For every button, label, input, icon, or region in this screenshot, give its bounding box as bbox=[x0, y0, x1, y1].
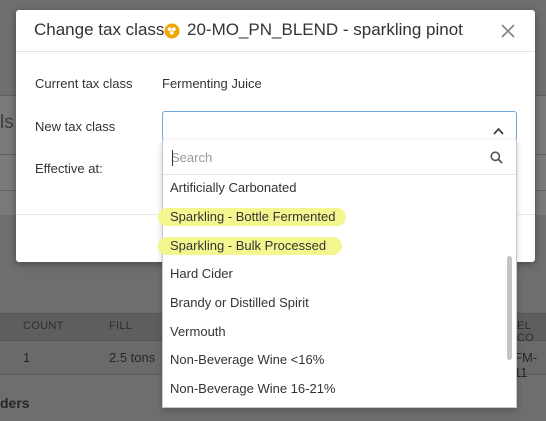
dropdown-scrollbar[interactable] bbox=[507, 256, 512, 360]
new-tax-class-label: New tax class bbox=[35, 119, 116, 134]
search-input[interactable] bbox=[171, 144, 481, 170]
text-cursor bbox=[172, 150, 173, 166]
background-title-fragment: ls bbox=[0, 112, 14, 133]
column-header-fill: FILL bbox=[109, 320, 133, 332]
effective-at-label: Effective at: bbox=[35, 161, 103, 176]
option-label: Non-Beverage Wine <16% bbox=[170, 352, 325, 367]
current-tax-class-label: Current tax class bbox=[35, 76, 133, 91]
option-sparkling-bottle-fermented[interactable]: Sparkling - Bottle Fermented bbox=[158, 202, 504, 231]
modal-title: Change tax class bbox=[34, 20, 165, 39]
new-tax-class-select[interactable] bbox=[162, 111, 517, 141]
modal-header: Change tax class 20-MO_PN_BLEND - sparkl… bbox=[16, 10, 535, 52]
chevron-up-icon bbox=[493, 122, 504, 140]
grape-icon bbox=[164, 23, 180, 39]
close-button[interactable] bbox=[497, 20, 519, 42]
option-label: Artificially Carbonated bbox=[170, 180, 297, 195]
option-label: Sparkling - Bottle Fermented bbox=[170, 209, 336, 224]
option-label: Brandy or Distilled Spirit bbox=[170, 295, 309, 310]
dropdown-search bbox=[163, 140, 516, 175]
background-panel-right bbox=[536, 95, 546, 215]
modal-subject-lot: 20-MO_PN_BLEND - sparkling pinot bbox=[187, 20, 463, 39]
background-divider bbox=[0, 154, 16, 155]
search-icon bbox=[490, 151, 503, 169]
option-label: Hard Cider bbox=[170, 266, 233, 281]
option-artificially-carbonated[interactable]: Artificially Carbonated bbox=[163, 173, 504, 202]
background-section-label: ders bbox=[0, 395, 30, 411]
option-hard-cider[interactable]: Hard Cider bbox=[163, 259, 504, 288]
column-header-count: COUNT bbox=[23, 320, 64, 332]
background-divider bbox=[0, 190, 16, 191]
option-brandy-or-distilled-spirit[interactable]: Brandy or Distilled Spirit bbox=[163, 288, 504, 317]
option-sparkling-bulk-processed[interactable]: Sparkling - Bulk Processed bbox=[158, 231, 504, 260]
option-label: Non-Beverage Wine 16-21% bbox=[170, 381, 336, 396]
current-tax-class-value: Fermenting Juice bbox=[162, 76, 262, 91]
table-cell-fill: 2.5 tons bbox=[109, 350, 156, 365]
option-non-beverage-wine-16-21[interactable]: Non-Beverage Wine 16-21% bbox=[163, 374, 504, 403]
background-divider bbox=[536, 154, 546, 155]
table-cell-count: 1 bbox=[23, 350, 31, 365]
option-vermouth[interactable]: Vermouth bbox=[163, 317, 504, 346]
option-non-beverage-wine-under-16[interactable]: Non-Beverage Wine <16% bbox=[163, 345, 504, 374]
background-divider bbox=[536, 190, 546, 191]
tax-class-dropdown: Artificially Carbonated Sparkling - Bott… bbox=[158, 140, 517, 408]
option-label: Sparkling - Bulk Processed bbox=[170, 238, 327, 253]
table-cell-code: FM-11 bbox=[514, 350, 538, 380]
close-icon bbox=[501, 24, 515, 38]
option-label: Vermouth bbox=[170, 324, 226, 339]
